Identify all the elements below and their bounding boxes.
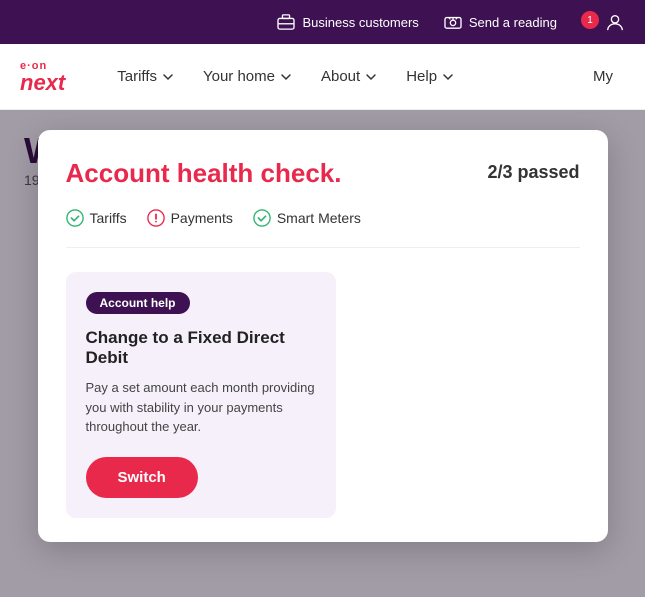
check-smart-meters: Smart Meters <box>253 209 361 227</box>
check-payments-label: Payments <box>171 210 233 226</box>
card-title: Change to a Fixed Direct Debit <box>86 328 316 368</box>
nav-about-label: About <box>321 68 360 85</box>
account-help-card: Account help Change to a Fixed Direct De… <box>66 272 336 518</box>
nav-your-home-label: Your home <box>203 68 275 85</box>
modal-title: Account health check. <box>66 158 342 189</box>
check-tariffs: Tariffs <box>66 209 127 227</box>
switch-button[interactable]: Switch <box>86 457 198 498</box>
card-tag: Account help <box>86 292 190 314</box>
checkmark-icon <box>253 209 271 227</box>
modal-header: Account health check. 2/3 passed <box>66 158 580 189</box>
briefcase-icon <box>276 12 296 32</box>
card-description: Pay a set amount each month providing yo… <box>86 378 316 437</box>
chevron-down-icon <box>364 70 378 84</box>
send-reading-link[interactable]: Send a reading <box>443 12 557 32</box>
checks-row: Tariffs Payments Smart Meters <box>66 209 580 248</box>
nav-help[interactable]: Help <box>394 60 467 93</box>
check-smart-meters-label: Smart Meters <box>277 210 361 226</box>
logo-next: next <box>20 72 65 94</box>
health-check-modal: Account health check. 2/3 passed Tariffs <box>38 130 608 542</box>
logo[interactable]: e·on next <box>20 60 65 94</box>
nav-my-label: My <box>593 68 613 85</box>
modal-overlay: Account health check. 2/3 passed Tariffs <box>0 110 645 597</box>
nav-items: Tariffs Your home About Help My <box>105 60 625 93</box>
chevron-down-icon <box>161 70 175 84</box>
checkmark-icon <box>66 209 84 227</box>
top-bar: Business customers Send a reading 1 <box>0 0 645 44</box>
nav-tariffs[interactable]: Tariffs <box>105 60 187 93</box>
nav-your-home[interactable]: Your home <box>191 60 305 93</box>
business-customers-link[interactable]: Business customers <box>276 12 418 32</box>
nav-bar: e·on next Tariffs Your home About Help <box>0 44 645 110</box>
send-reading-label: Send a reading <box>469 15 557 30</box>
business-customers-label: Business customers <box>302 15 418 30</box>
warning-icon <box>147 209 165 227</box>
page-background: Wo 192 G Ac t paym payme ment is s after… <box>0 110 645 597</box>
chevron-down-icon <box>441 70 455 84</box>
nav-about[interactable]: About <box>309 60 390 93</box>
notification-badge: 1 <box>581 11 599 29</box>
nav-my[interactable]: My <box>581 60 625 93</box>
check-tariffs-label: Tariffs <box>90 210 127 226</box>
passed-badge: 2/3 passed <box>487 162 579 183</box>
chevron-down-icon <box>279 70 293 84</box>
notification-link[interactable]: 1 <box>581 12 625 32</box>
nav-help-label: Help <box>406 68 437 85</box>
account-icon <box>605 12 625 32</box>
nav-tariffs-label: Tariffs <box>117 68 157 85</box>
meter-icon <box>443 12 463 32</box>
check-payments: Payments <box>147 209 233 227</box>
